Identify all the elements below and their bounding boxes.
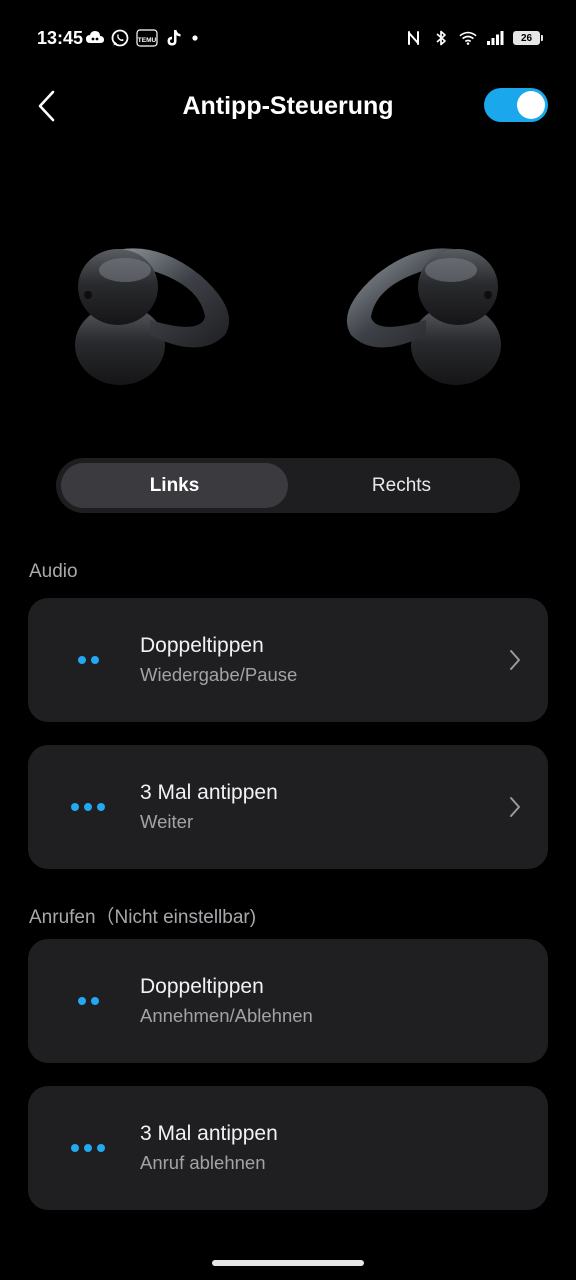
- card-subtitle: Annehmen/Ablehnen: [140, 1005, 313, 1026]
- home-indicator[interactable]: [212, 1260, 364, 1266]
- left-earbud: [75, 248, 230, 385]
- triple-tap-icon: [64, 1086, 112, 1210]
- tab-links[interactable]: Links: [61, 463, 288, 508]
- audio-triple-tap-card[interactable]: 3 Mal antippen Weiter: [28, 745, 548, 869]
- calls-double-tap-card: Doppeltippen Annehmen/Ablehnen: [28, 939, 548, 1063]
- battery-icon: 26: [513, 31, 543, 45]
- dot-icon: [190, 29, 200, 47]
- wifi-icon: [459, 29, 477, 47]
- double-tap-icon: [64, 939, 112, 1063]
- card-title: Doppeltippen: [140, 975, 264, 998]
- nfc-icon: [405, 29, 423, 47]
- temu-icon: TEMU: [136, 29, 158, 47]
- triple-tap-icon: [64, 745, 112, 869]
- toggle-knob: [517, 91, 545, 119]
- card-subtitle: Weiter: [140, 811, 194, 832]
- double-tap-icon: [64, 598, 112, 722]
- system-icons: 26: [405, 29, 543, 47]
- signal-icon: [486, 29, 504, 47]
- whatsapp-icon: [111, 29, 129, 47]
- card-subtitle: Wiedergabe/Pause: [140, 664, 298, 685]
- bluetooth-icon: [432, 29, 450, 47]
- card-subtitle: Anruf ablehnen: [140, 1152, 266, 1173]
- status-bar: 13:45 TEMU 26: [0, 0, 576, 78]
- cloud-game-icon: [86, 29, 104, 47]
- battery-level: 26: [520, 32, 533, 44]
- calls-triple-tap-card: 3 Mal antippen Anruf ablehnen: [28, 1086, 548, 1210]
- tab-rechts[interactable]: Rechts: [288, 463, 515, 508]
- calls-section-label: Anrufen（Nicht einstellbar): [29, 907, 257, 928]
- audio-double-tap-card[interactable]: Doppeltippen Wiedergabe/Pause: [28, 598, 548, 722]
- notification-icons: TEMU: [86, 29, 200, 47]
- card-title: 3 Mal antippen: [140, 1122, 278, 1145]
- chevron-right-icon: [510, 650, 520, 670]
- audio-section-label: Audio: [29, 561, 78, 582]
- tap-control-toggle[interactable]: [484, 88, 548, 122]
- card-title: Doppeltippen: [140, 634, 264, 657]
- right-earbud: [346, 248, 501, 385]
- chevron-right-icon: [510, 797, 520, 817]
- tiktok-icon: [165, 29, 183, 47]
- side-selector: Links Rechts: [56, 458, 520, 513]
- temu-label: TEMU: [138, 37, 157, 44]
- header: Antipp-Steuerung: [0, 78, 576, 136]
- card-title: 3 Mal antippen: [140, 781, 278, 804]
- earbuds-image: [0, 225, 576, 395]
- status-time: 13:45: [37, 28, 84, 48]
